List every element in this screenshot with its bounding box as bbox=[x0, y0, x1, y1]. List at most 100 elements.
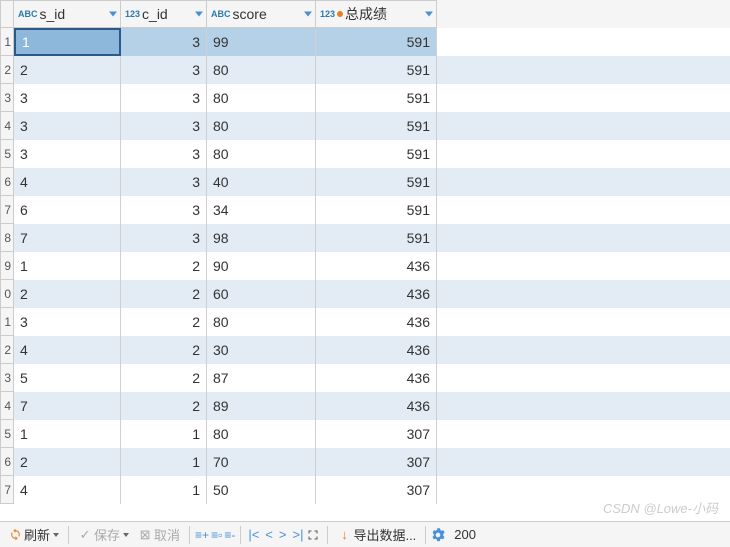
delete-row-icon[interactable]: ≡- bbox=[224, 528, 235, 542]
data-cell[interactable]: 99 bbox=[207, 28, 316, 56]
table-row[interactable]: 76334591 bbox=[0, 196, 730, 224]
table-row[interactable]: 51180307 bbox=[0, 420, 730, 448]
data-cell[interactable]: 30 bbox=[207, 336, 316, 364]
data-cell[interactable]: 7 bbox=[14, 224, 121, 252]
data-cell[interactable]: 80 bbox=[207, 56, 316, 84]
data-cell[interactable]: 1 bbox=[121, 448, 207, 476]
data-cell[interactable]: 591 bbox=[316, 112, 437, 140]
data-cell[interactable]: 87 bbox=[207, 364, 316, 392]
data-cell[interactable]: 80 bbox=[207, 112, 316, 140]
data-cell[interactable]: 70 bbox=[207, 448, 316, 476]
data-cell[interactable]: 3 bbox=[121, 140, 207, 168]
data-cell[interactable]: 3 bbox=[121, 196, 207, 224]
table-row[interactable]: 22380591 bbox=[0, 56, 730, 84]
data-cell[interactable]: 90 bbox=[207, 252, 316, 280]
row-number-cell[interactable]: 7 bbox=[0, 476, 14, 504]
row-number-cell[interactable]: 8 bbox=[0, 224, 14, 252]
row-number-cell[interactable]: 6 bbox=[0, 168, 14, 196]
data-cell[interactable]: 50 bbox=[207, 476, 316, 504]
data-cell[interactable]: 40 bbox=[207, 168, 316, 196]
data-cell[interactable]: 80 bbox=[207, 140, 316, 168]
data-cell[interactable]: 2 bbox=[121, 252, 207, 280]
column-header-score[interactable]: ABC score bbox=[207, 0, 316, 28]
row-number-cell[interactable]: 7 bbox=[0, 196, 14, 224]
table-row[interactable]: 87398591 bbox=[0, 224, 730, 252]
data-cell[interactable]: 307 bbox=[316, 476, 437, 504]
row-number-cell[interactable]: 5 bbox=[0, 140, 14, 168]
data-cell[interactable]: 307 bbox=[316, 448, 437, 476]
table-row[interactable]: 11399591 bbox=[0, 28, 730, 56]
data-cell[interactable]: 591 bbox=[316, 140, 437, 168]
row-number-cell[interactable]: 1 bbox=[0, 308, 14, 336]
row-number-cell[interactable]: 5 bbox=[0, 420, 14, 448]
row-number-cell[interactable]: 3 bbox=[0, 84, 14, 112]
data-cell[interactable]: 4 bbox=[14, 336, 121, 364]
data-cell[interactable]: 3 bbox=[14, 84, 121, 112]
row-number-cell[interactable]: 3 bbox=[0, 364, 14, 392]
gear-icon[interactable] bbox=[431, 528, 445, 542]
row-number-cell[interactable]: 0 bbox=[0, 280, 14, 308]
data-cell[interactable]: 591 bbox=[316, 224, 437, 252]
data-cell[interactable]: 4 bbox=[14, 476, 121, 504]
data-cell[interactable]: 2 bbox=[14, 56, 121, 84]
data-cell[interactable]: 436 bbox=[316, 280, 437, 308]
row-number-cell[interactable]: 2 bbox=[0, 336, 14, 364]
data-cell[interactable]: 89 bbox=[207, 392, 316, 420]
data-cell[interactable]: 7 bbox=[14, 392, 121, 420]
cancel-button[interactable]: ⊠ 取消 bbox=[134, 523, 184, 546]
data-cell[interactable]: 3 bbox=[121, 112, 207, 140]
data-cell[interactable]: 2 bbox=[121, 336, 207, 364]
table-row[interactable]: 91290436 bbox=[0, 252, 730, 280]
data-cell[interactable]: 98 bbox=[207, 224, 316, 252]
table-row[interactable]: 13280436 bbox=[0, 308, 730, 336]
next-page-icon[interactable]: > bbox=[277, 527, 289, 542]
data-cell[interactable]: 436 bbox=[316, 364, 437, 392]
data-cell[interactable]: 2 bbox=[121, 392, 207, 420]
data-cell[interactable]: 591 bbox=[316, 56, 437, 84]
data-cell[interactable]: 1 bbox=[14, 28, 121, 56]
data-cell[interactable]: 3 bbox=[121, 168, 207, 196]
refresh-button[interactable]: 刷新 bbox=[4, 523, 63, 546]
data-cell[interactable]: 1 bbox=[121, 476, 207, 504]
data-cell[interactable]: 591 bbox=[316, 84, 437, 112]
data-cell[interactable]: 2 bbox=[14, 280, 121, 308]
data-cell[interactable]: 2 bbox=[121, 280, 207, 308]
add-row-icon[interactable]: ≡+ bbox=[195, 528, 209, 542]
data-cell[interactable]: 5 bbox=[14, 364, 121, 392]
data-cell[interactable]: 2 bbox=[14, 448, 121, 476]
row-number-cell[interactable]: 4 bbox=[0, 112, 14, 140]
data-cell[interactable]: 6 bbox=[14, 196, 121, 224]
data-cell[interactable]: 3 bbox=[121, 28, 207, 56]
row-number-cell[interactable]: 6 bbox=[0, 448, 14, 476]
data-cell[interactable]: 1 bbox=[121, 420, 207, 448]
data-cell[interactable]: 3 bbox=[14, 140, 121, 168]
row-number-cell[interactable]: 4 bbox=[0, 392, 14, 420]
data-cell[interactable]: 436 bbox=[316, 336, 437, 364]
data-cell[interactable]: 2 bbox=[121, 364, 207, 392]
table-row[interactable]: 24230436 bbox=[0, 336, 730, 364]
filter-dropdown-icon[interactable] bbox=[195, 12, 203, 17]
data-cell[interactable]: 1 bbox=[14, 420, 121, 448]
last-page-icon[interactable]: >| bbox=[290, 527, 305, 542]
data-cell[interactable]: 591 bbox=[316, 168, 437, 196]
data-cell[interactable]: 4 bbox=[14, 168, 121, 196]
data-cell[interactable]: 307 bbox=[316, 420, 437, 448]
data-cell[interactable]: 3 bbox=[14, 112, 121, 140]
table-row[interactable]: 35287436 bbox=[0, 364, 730, 392]
export-button[interactable]: ↓ 导出数据... bbox=[333, 523, 420, 546]
table-row[interactable]: 53380591 bbox=[0, 140, 730, 168]
data-cell[interactable]: 436 bbox=[316, 392, 437, 420]
table-row[interactable]: 43380591 bbox=[0, 112, 730, 140]
table-row[interactable]: 33380591 bbox=[0, 84, 730, 112]
data-cell[interactable]: 2 bbox=[121, 308, 207, 336]
column-header-sid[interactable]: ABC s_id bbox=[14, 0, 121, 28]
table-row[interactable]: 47289436 bbox=[0, 392, 730, 420]
first-page-icon[interactable]: |< bbox=[246, 527, 261, 542]
row-number-cell[interactable]: 2 bbox=[0, 56, 14, 84]
filter-dropdown-icon[interactable] bbox=[425, 12, 433, 17]
data-cell[interactable]: 80 bbox=[207, 84, 316, 112]
row-number-cell[interactable]: 1 bbox=[0, 28, 14, 56]
data-cell[interactable]: 34 bbox=[207, 196, 316, 224]
expand-icon[interactable] bbox=[306, 528, 320, 542]
filter-dropdown-icon[interactable] bbox=[109, 12, 117, 17]
